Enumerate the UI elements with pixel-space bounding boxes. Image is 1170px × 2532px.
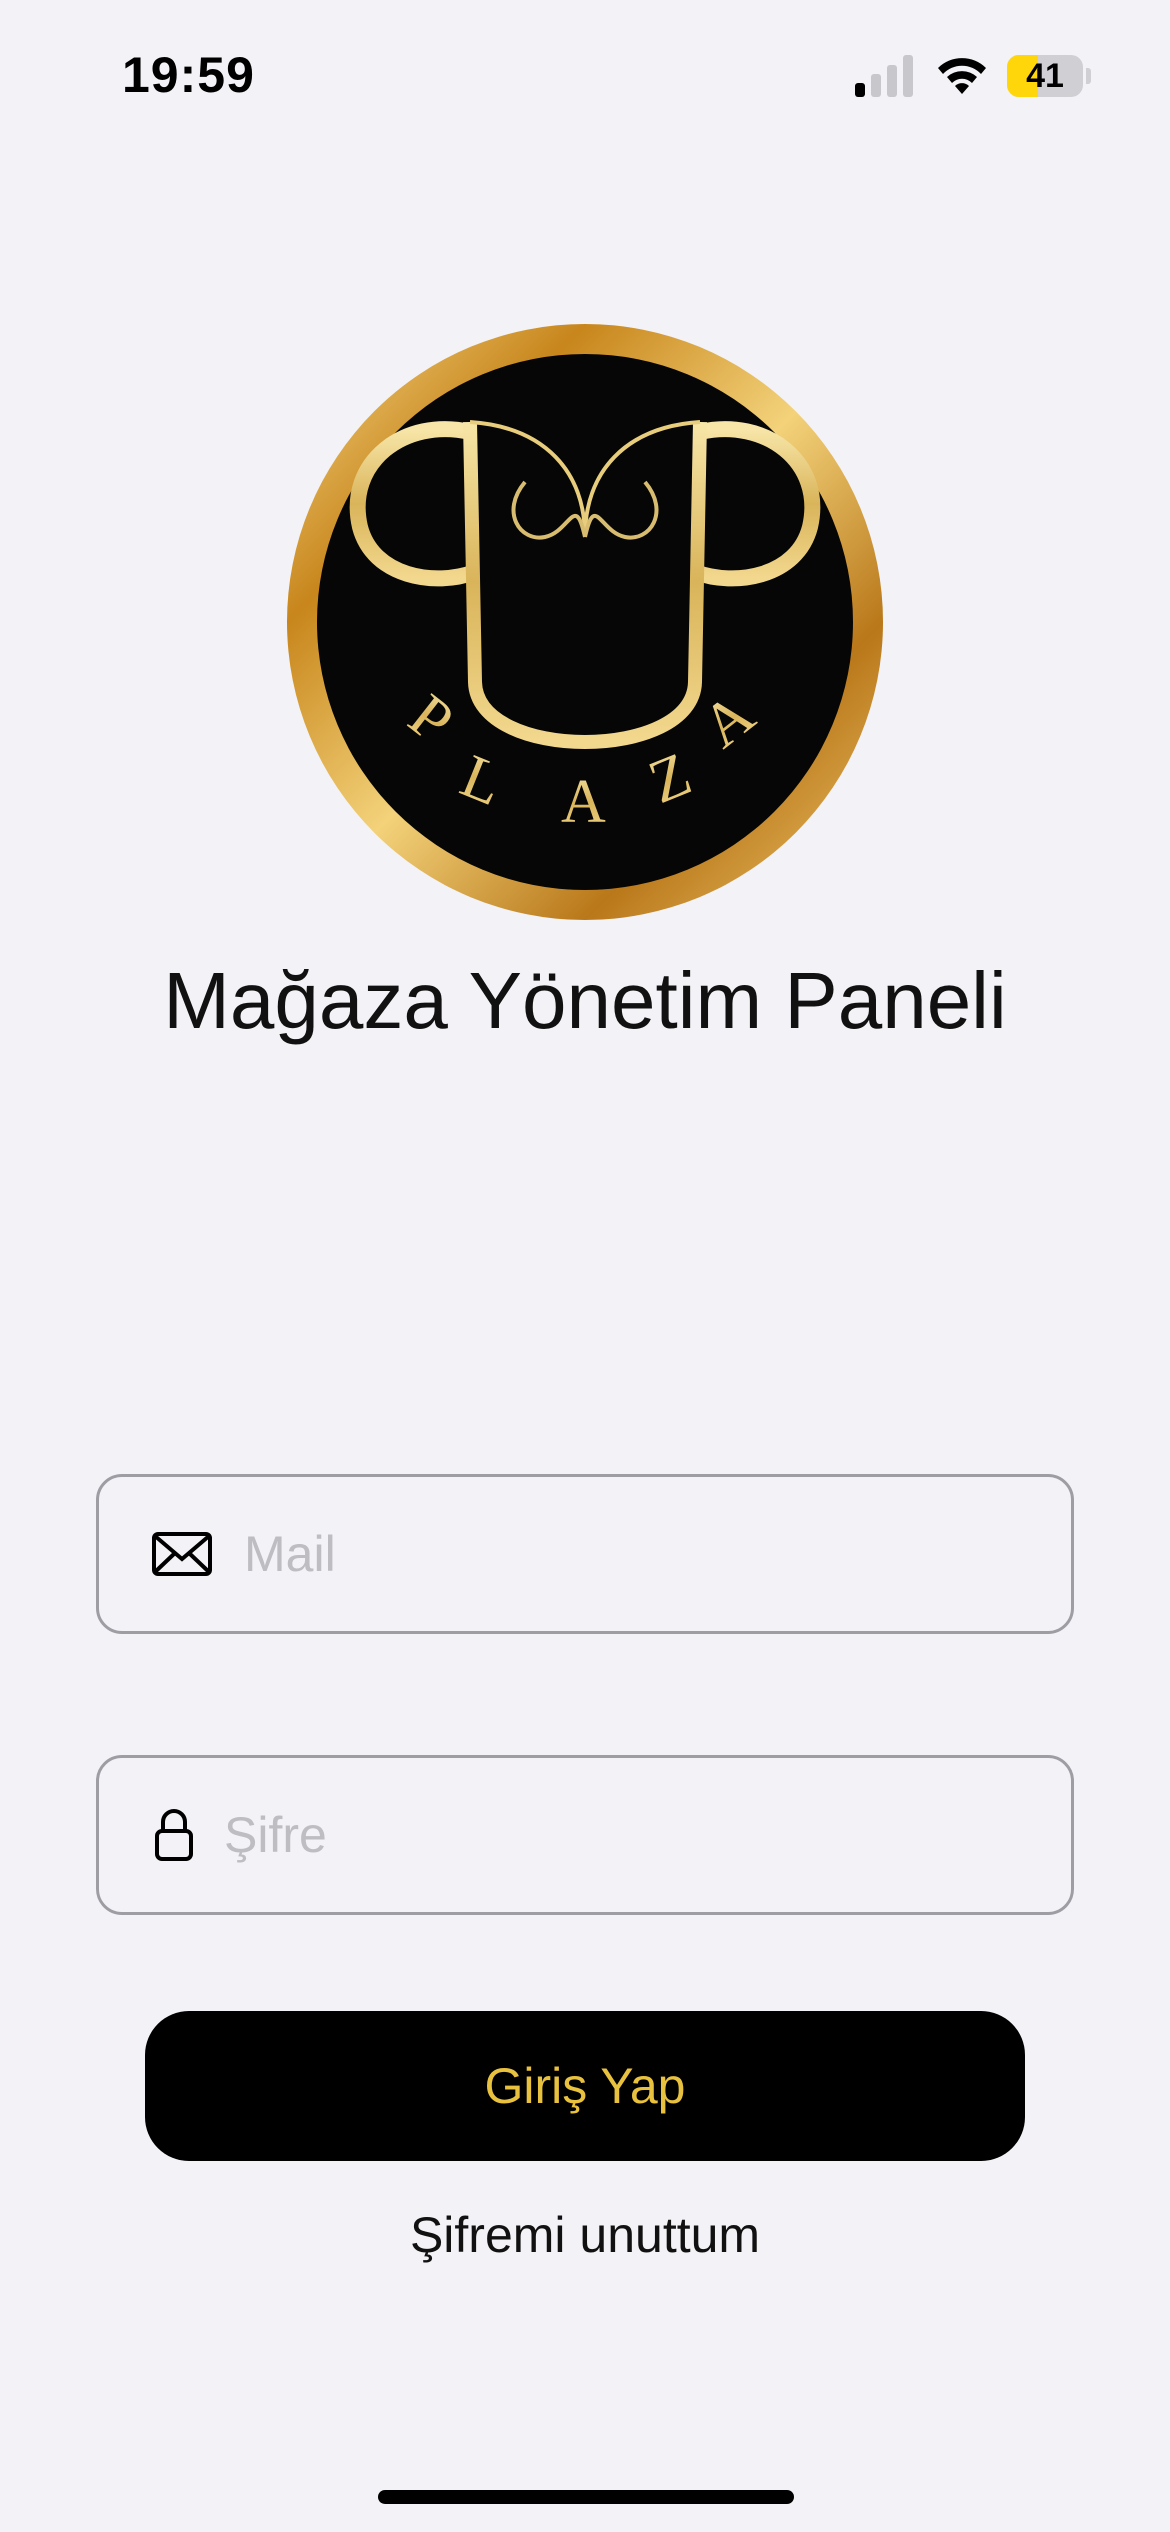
battery-percent: 41 [1026, 57, 1064, 95]
lock-icon [155, 1809, 193, 1861]
home-indicator[interactable] [378, 2490, 794, 2504]
mail-input[interactable] [244, 1477, 1044, 1631]
password-input[interactable] [224, 1758, 1044, 1912]
envelope-icon [152, 1532, 212, 1576]
mail-field[interactable] [96, 1474, 1074, 1634]
forgot-password-link[interactable]: Şifremi unuttum [0, 2206, 1170, 2264]
battery-icon: 41 [1007, 55, 1091, 97]
plaza-logo: P L A Z A [287, 324, 883, 920]
wifi-icon [938, 58, 986, 94]
page-title: Mağaza Yönetim Paneli [163, 956, 1007, 1045]
login-button[interactable]: Giriş Yap [145, 2011, 1025, 2161]
cellular-signal-icon [855, 55, 913, 97]
status-bar: 19:59 41 [0, 0, 1170, 150]
battery-cap [1086, 68, 1091, 84]
status-time: 19:59 [122, 47, 255, 103]
svg-text:A: A [561, 768, 606, 836]
battery-body: 41 [1007, 55, 1083, 97]
password-field[interactable] [96, 1755, 1074, 1915]
